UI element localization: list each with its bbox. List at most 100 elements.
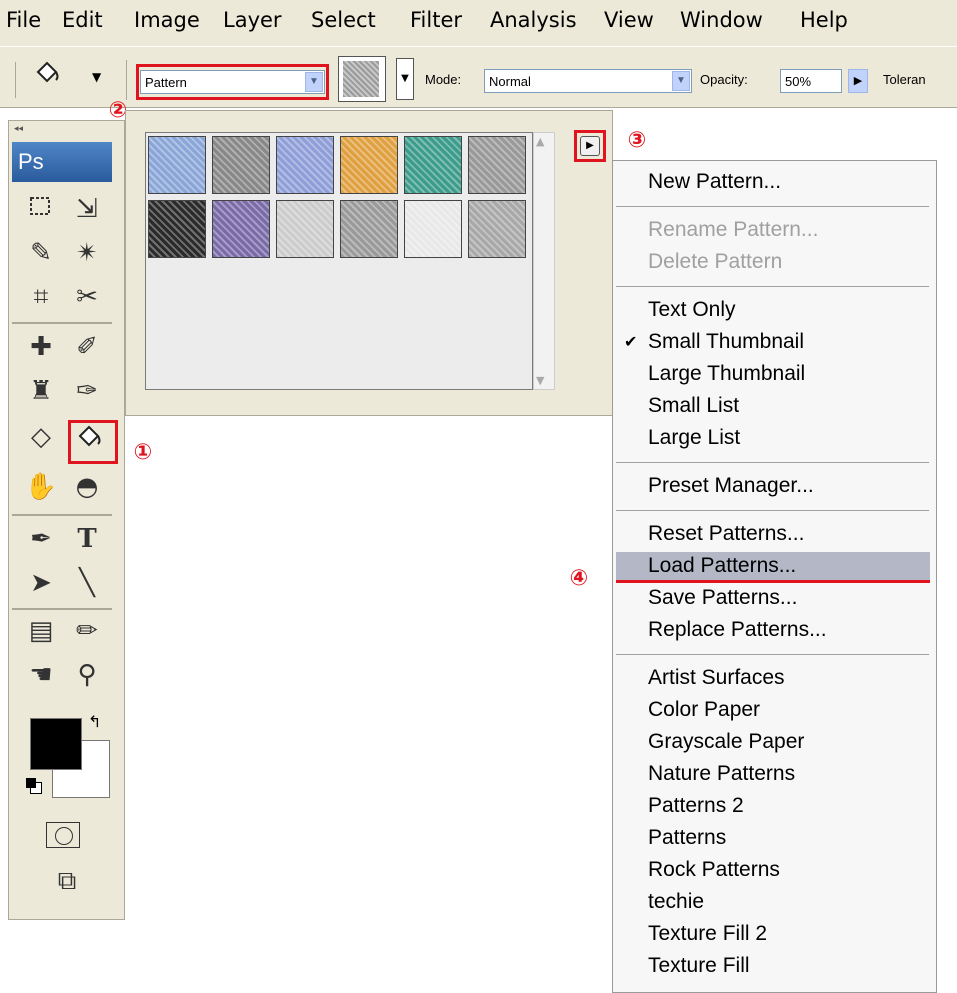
menu-item-grayscale-paper[interactable]: Grayscale Paper	[648, 730, 804, 754]
pattern-grid-scrollbar[interactable]: ▲ ▼	[533, 132, 555, 390]
chevron-down-icon[interactable]: ▼	[672, 71, 690, 91]
menu-item-load-patterns[interactable]: Load Patterns...	[648, 554, 796, 578]
default-colors-icon[interactable]	[26, 778, 42, 794]
mode-label: Mode:	[425, 72, 462, 87]
menu-analysis[interactable]: Analysis	[490, 8, 577, 32]
dodge-tool-icon[interactable]: ◓	[70, 470, 104, 504]
checkmark-icon: ✔	[624, 332, 638, 351]
pattern-swatch-noise-dots[interactable]	[340, 200, 398, 258]
pattern-preview-thumbnail	[343, 61, 379, 97]
lasso-tool-icon[interactable]: ✎	[24, 236, 58, 270]
line-tool-icon[interactable]: ╲	[70, 566, 104, 600]
toolbox-divider	[12, 322, 112, 324]
toolbox-divider	[12, 608, 112, 610]
menu-item-patterns-2[interactable]: Patterns 2	[648, 794, 744, 818]
slice-tool-icon[interactable]: ✂	[70, 280, 104, 314]
menu-item-text-only[interactable]: Text Only	[648, 298, 736, 322]
menu-item-rename-pattern: Rename Pattern...	[648, 218, 819, 241]
toolbox-grip-icon[interactable]: ◂◂	[14, 124, 23, 134]
foreground-color-swatch[interactable]	[30, 718, 82, 770]
menu-bar: File Edit Image Layer Select Filter Anal…	[0, 0, 957, 46]
menu-separator	[616, 286, 929, 287]
menu-item-techie[interactable]: techie	[648, 890, 704, 914]
menu-item-color-paper[interactable]: Color Paper	[648, 698, 760, 722]
clone-stamp-tool-icon[interactable]: ♜	[24, 374, 58, 408]
eraser-tool-icon[interactable]: ◇	[24, 420, 58, 454]
menu-edit[interactable]: Edit	[62, 8, 103, 32]
menu-item-delete-pattern: Delete Pattern	[648, 250, 783, 273]
options-divider	[126, 60, 127, 100]
opacity-label: Opacity:	[700, 72, 748, 87]
pattern-swatch-bubbles[interactable]	[148, 136, 206, 194]
menu-item-reset-patterns[interactable]: Reset Patterns...	[648, 522, 804, 546]
menu-separator	[616, 654, 929, 655]
brush-tool-icon[interactable]: ✐	[70, 330, 104, 364]
opacity-slider-arrow-icon[interactable]: ▶	[848, 69, 868, 93]
pattern-swatch-checker[interactable]	[148, 200, 206, 258]
menu-filter[interactable]: Filter	[410, 8, 462, 32]
scroll-down-icon[interactable]: ▼	[536, 374, 544, 387]
menu-item-new-pattern[interactable]: New Pattern...	[648, 170, 781, 194]
pattern-swatch-chevron-stripe[interactable]	[404, 200, 462, 258]
menu-item-texture-fill-2[interactable]: Texture Fill 2	[648, 922, 767, 946]
menu-select[interactable]: Select	[311, 8, 376, 32]
menu-item-patterns[interactable]: Patterns	[648, 826, 726, 850]
menu-item-rock-patterns[interactable]: Rock Patterns	[648, 858, 780, 882]
eyedropper-tool-icon[interactable]: ✏	[70, 614, 104, 648]
menu-item-large-thumbnail[interactable]: Large Thumbnail	[648, 362, 805, 386]
hand-tool-icon[interactable]: ☚	[24, 658, 58, 692]
pattern-swatch-blue-weave[interactable]	[276, 136, 334, 194]
paint-bucket-icon[interactable]	[30, 58, 64, 92]
notes-tool-icon[interactable]: ▤	[24, 614, 58, 648]
annotation-underline-4	[616, 580, 930, 583]
mode-select[interactable]: Normal ▼	[484, 69, 692, 93]
zoom-tool-icon[interactable]: ⚲	[70, 658, 104, 692]
menu-item-artist-surfaces[interactable]: Artist Surfaces	[648, 666, 785, 690]
mode-value: Normal	[489, 74, 531, 89]
toolbox-divider	[12, 514, 112, 516]
menu-image[interactable]: Image	[134, 8, 200, 32]
pattern-swatch-wood-grain[interactable]	[212, 136, 270, 194]
healing-brush-tool-icon[interactable]: ✚	[24, 330, 58, 364]
menu-file[interactable]: File	[6, 8, 41, 32]
menu-item-small-list[interactable]: Small List	[648, 394, 739, 418]
menu-item-replace-patterns[interactable]: Replace Patterns...	[648, 618, 827, 642]
opacity-input[interactable]: 50%	[780, 69, 842, 93]
annotation-marker-4: ④	[569, 566, 589, 591]
pattern-swatch-gray-cloud[interactable]	[468, 200, 526, 258]
pattern-swatch-colorful-noise[interactable]	[212, 200, 270, 258]
tool-preset-dropdown-icon[interactable]: ▼	[92, 70, 101, 84]
magic-wand-tool-icon[interactable]: ✴	[70, 236, 104, 270]
pattern-swatch-clouds[interactable]	[276, 200, 334, 258]
swap-colors-icon[interactable]: ↰	[88, 712, 101, 731]
menu-item-small-thumbnail[interactable]: Small Thumbnail	[648, 330, 804, 354]
pattern-picker-arrow-icon[interactable]: ▼	[396, 58, 414, 100]
history-brush-tool-icon[interactable]: ✑	[70, 374, 104, 408]
pattern-swatch-gray-stone[interactable]	[468, 136, 526, 194]
menu-layer[interactable]: Layer	[223, 8, 282, 32]
marquee-tool-icon[interactable]	[24, 192, 58, 226]
blur-tool-icon[interactable]: ✋	[24, 470, 58, 504]
menu-item-preset-manager[interactable]: Preset Manager...	[648, 474, 814, 498]
annotation-marker-3: ③	[627, 128, 647, 153]
menu-item-nature-patterns[interactable]: Nature Patterns	[648, 762, 795, 786]
scroll-up-icon[interactable]: ▲	[536, 135, 544, 148]
crop-tool-icon[interactable]: ⌗	[24, 280, 58, 314]
move-tool-icon[interactable]: ⇲	[70, 192, 104, 226]
pattern-swatch-orange-texture[interactable]	[340, 136, 398, 194]
annotation-box-2	[136, 64, 329, 100]
menu-view[interactable]: View	[604, 8, 654, 32]
menu-window[interactable]: Window	[680, 8, 763, 32]
menu-item-large-list[interactable]: Large List	[648, 426, 740, 450]
pattern-preview-button[interactable]	[338, 56, 386, 102]
path-selection-tool-icon[interactable]: ➤	[24, 566, 58, 600]
type-tool-icon[interactable]: T	[70, 522, 104, 556]
pen-tool-icon[interactable]: ✒	[24, 522, 58, 556]
quick-mask-icon[interactable]	[46, 822, 80, 848]
screen-mode-icon[interactable]: ⧉	[50, 864, 84, 898]
menu-help[interactable]: Help	[800, 8, 848, 32]
menu-item-save-patterns[interactable]: Save Patterns...	[648, 586, 797, 610]
photoshop-logo[interactable]: Ps	[12, 142, 112, 182]
menu-item-texture-fill[interactable]: Texture Fill	[648, 954, 750, 978]
pattern-swatch-rainbow-waves[interactable]	[404, 136, 462, 194]
